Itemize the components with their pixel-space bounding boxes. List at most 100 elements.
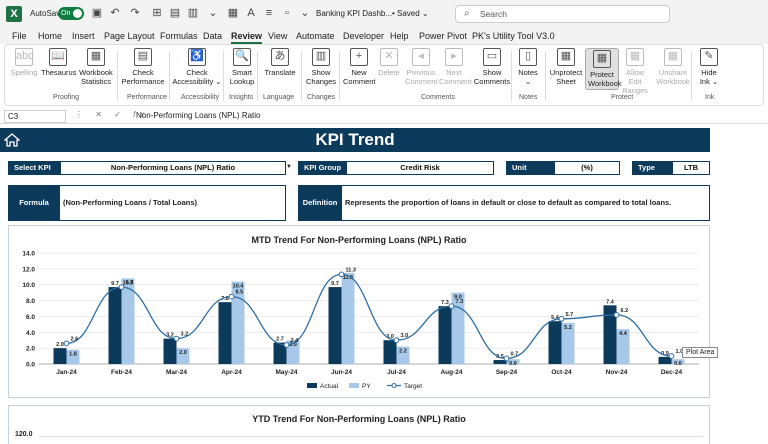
- tab-view[interactable]: View: [268, 31, 287, 41]
- bar-actual: [108, 287, 122, 364]
- select-kpi-dropdown[interactable]: Non-Performing Loans (NPL) Ratio: [60, 161, 286, 175]
- tab-page-layout[interactable]: Page Layout: [104, 31, 155, 41]
- data-label-target: 11.3: [346, 267, 356, 273]
- translate-icon: あ: [271, 48, 289, 66]
- group-label-accessibility: Accessibility: [181, 94, 220, 101]
- next-comment-icon: ▸: [445, 48, 463, 66]
- x-tick-label: Jul-24: [387, 369, 406, 376]
- autosave-toggle[interactable]: On: [58, 7, 84, 20]
- saved-status[interactable]: • Saved ⌄: [392, 9, 429, 18]
- unshare-workbook-icon: ▦: [664, 48, 682, 66]
- group-separator: [117, 51, 118, 101]
- tab-developer[interactable]: Developer: [343, 31, 384, 41]
- sort-icon[interactable]: ≡: [262, 6, 276, 20]
- tab-file[interactable]: File: [12, 31, 27, 41]
- check-performance-button[interactable]: ▤ Check Performance: [119, 48, 167, 86]
- thesaurus-icon: 📖: [49, 48, 67, 66]
- chart-icon[interactable]: ▥: [186, 6, 200, 20]
- ribbon-button-label: New Comment: [343, 68, 376, 86]
- translate-button[interactable]: あ Translate: [261, 48, 299, 77]
- tab-home[interactable]: Home: [38, 31, 62, 41]
- ribbon-button-label: Translate: [264, 68, 296, 77]
- check-accessibility-button[interactable]: ♿ Check Accessibility ⌄: [171, 48, 223, 86]
- delete-comment-button[interactable]: ✕ Delete: [377, 48, 401, 77]
- ribbon-button-label: Unprotect Sheet: [549, 68, 583, 86]
- home-icon[interactable]: [4, 132, 20, 148]
- ytd-chart[interactable]: YTD Trend For Non-Performing Loans (NPL)…: [8, 405, 710, 444]
- undo-icon[interactable]: ↶: [108, 6, 122, 20]
- tab-automate[interactable]: Automate: [296, 31, 335, 41]
- tab-help[interactable]: Help: [390, 31, 409, 41]
- allow-edit-ranges-button[interactable]: ▦ Allow Edit Ranges: [619, 48, 651, 95]
- ribbon-button-label: Spelling: [10, 68, 38, 77]
- group-label-language: Language: [263, 94, 295, 101]
- notes-button[interactable]: ▯ Notes ⌄: [515, 48, 541, 86]
- unprotect-sheet-button[interactable]: ▦ Unprotect Sheet: [549, 48, 583, 86]
- smart-lookup-button[interactable]: 🔍 Smart Lookup: [227, 48, 257, 86]
- chevron-down-icon[interactable]: ▼: [286, 164, 292, 170]
- data-label-py: 2.2: [399, 349, 407, 355]
- target-point: [613, 311, 620, 318]
- protect-workbook-button[interactable]: ▦ Protect Workbook: [585, 48, 622, 90]
- data-label-actual: 2.7: [276, 337, 284, 343]
- tab-utility-tool[interactable]: PK's Utility Tool V3.0: [472, 31, 555, 41]
- workbook-statistics-button[interactable]: ▦ Workbook Statistics: [77, 48, 115, 86]
- mtd-chart[interactable]: MTD Trend For Non-Performing Loans (NPL)…: [8, 225, 710, 398]
- formula-bar-content[interactable]: Non-Performing Loans (NPL) Ratio: [136, 111, 261, 120]
- table-icon[interactable]: ⊞: [150, 6, 164, 20]
- bar-actual: [438, 306, 452, 364]
- group-label-notes: Notes: [519, 94, 538, 101]
- type-value: LTB: [672, 161, 710, 175]
- hide-ink-button[interactable]: ✎ Hide Ink ⌄: [697, 48, 721, 86]
- name-box[interactable]: C3: [4, 110, 66, 123]
- form-icon[interactable]: ▤: [168, 6, 182, 20]
- show-comments-button[interactable]: ▭ Show Comments: [473, 48, 511, 86]
- thesaurus-button[interactable]: 📖 Thesaurus: [41, 48, 76, 77]
- data-label-py: 4.4: [619, 331, 628, 337]
- legend-swatch-py: [349, 383, 359, 388]
- tab-formulas[interactable]: Formulas: [160, 31, 198, 41]
- data-label-target: 5.7: [566, 312, 574, 318]
- ribbon-button-label: Unshare Workbook: [656, 68, 690, 86]
- group-separator: [223, 51, 224, 101]
- notes-icon: ▯: [519, 48, 537, 66]
- show-changes-button[interactable]: ▥ Show Changes: [305, 48, 337, 86]
- target-point: [668, 353, 675, 359]
- spelling-button[interactable]: abc Spelling: [9, 48, 39, 77]
- ribbon-button-label: Workbook Statistics: [79, 68, 113, 86]
- text-icon[interactable]: A: [244, 6, 258, 20]
- data-label-target: 7.3: [456, 299, 464, 305]
- target-point: [283, 342, 290, 348]
- tab-data[interactable]: Data: [203, 31, 222, 41]
- kpi-group-label: KPI Group: [298, 161, 346, 175]
- data-label-actual: 7.4: [606, 299, 615, 305]
- bar-py: [341, 272, 355, 364]
- grid-icon[interactable]: ▦: [226, 6, 240, 20]
- tab-insert[interactable]: Insert: [72, 31, 95, 41]
- y-tick-label: 12.0: [22, 266, 35, 273]
- spelling-icon: abc: [15, 48, 34, 66]
- new-comment-button[interactable]: + New Comment: [343, 48, 376, 86]
- bar-actual: [218, 302, 232, 364]
- ribbon-tabs: File Home Insert Page Layout Formulas Da…: [0, 28, 768, 44]
- save-icon[interactable]: ▣: [90, 6, 104, 20]
- more-icon[interactable]: ▫: [280, 6, 294, 20]
- search-input[interactable]: ⌕ Search: [455, 5, 670, 23]
- customize-icon[interactable]: ⌄: [298, 6, 312, 20]
- group-separator: [301, 51, 302, 101]
- plot-area-tooltip: Plot Area: [682, 347, 719, 358]
- workbook-statistics-icon: ▦: [87, 48, 105, 66]
- chevron-down-icon[interactable]: ⌄: [206, 6, 220, 20]
- ribbon-button-label: Hide Ink ⌄: [699, 68, 719, 86]
- previous-comment-button[interactable]: ◂ Previous Comment: [405, 48, 438, 86]
- document-title: Banking KPI Dashb...: [316, 9, 393, 18]
- tab-review[interactable]: Review: [231, 31, 263, 44]
- ytd-chart-title: YTD Trend For Non-Performing Loans (NPL)…: [252, 414, 466, 424]
- data-label-actual: 9.7: [331, 281, 339, 287]
- unshare-workbook-button[interactable]: ▦ Unshare Workbook: [655, 48, 691, 86]
- search-icon: ⌕: [464, 8, 470, 19]
- redo-icon[interactable]: ↷: [128, 6, 142, 20]
- data-label-target: 6.2: [621, 308, 629, 314]
- next-comment-button[interactable]: ▸ Next Comment: [439, 48, 472, 86]
- tab-power-pivot[interactable]: Power Pivot: [419, 31, 467, 41]
